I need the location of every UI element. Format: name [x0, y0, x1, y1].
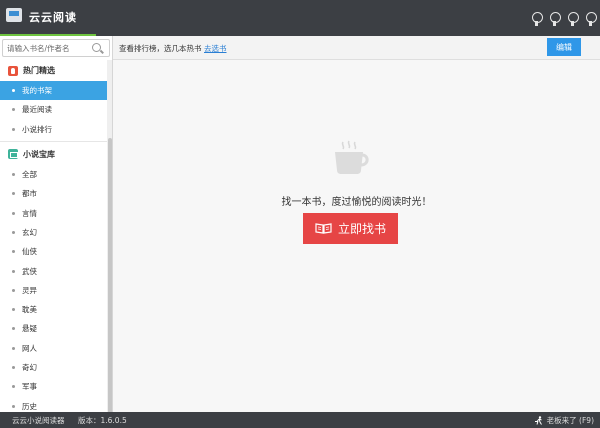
sidebar-item-label: 全部 — [22, 170, 37, 180]
sidebar-item-label: 网人 — [22, 343, 37, 353]
skin-icon[interactable] — [531, 12, 543, 26]
window-controls — [531, 12, 597, 26]
boss-key-button[interactable]: 老板来了 (F9) — [534, 415, 594, 426]
sidebar-item-urban[interactable]: 都市 — [0, 184, 107, 203]
bullet-icon — [12, 385, 15, 389]
sidebar-item-label: 言情 — [22, 208, 37, 218]
choose-books-link[interactable]: 去选书 — [204, 43, 227, 54]
sidebar-item-label: 玄幻 — [22, 227, 37, 237]
sidebar-item-label: 仙侠 — [22, 247, 37, 257]
boss-key-label: 老板来了 (F9) — [546, 416, 594, 425]
bullet-icon — [12, 288, 15, 292]
sidebar-item-label: 灵异 — [22, 285, 37, 295]
bullet-icon — [12, 89, 15, 93]
open-book-icon — [315, 223, 332, 234]
flame-icon — [8, 65, 18, 76]
divider — [0, 140, 107, 142]
sidebar-item-danmei[interactable]: 耽美 — [0, 300, 107, 319]
status-app-name: 云云小说阅读器 — [12, 416, 65, 425]
scrollbar-thumb[interactable] — [108, 138, 112, 412]
bullet-icon — [12, 127, 15, 131]
bullet-icon — [12, 308, 15, 312]
search-box — [2, 39, 110, 57]
section-hot-picks: 热门精选 — [0, 60, 107, 81]
sidebar-item-wuxia[interactable]: 武侠 — [0, 261, 107, 280]
sidebar-item-label: 耽美 — [22, 305, 37, 315]
empty-message: 找一本书，度过愉悦的阅读时光！ — [281, 197, 432, 208]
bullet-icon — [12, 211, 15, 215]
sidebar-item-online[interactable]: 网人 — [0, 339, 107, 358]
bullet-icon — [12, 108, 15, 112]
sidebar-item-label: 我的书架 — [22, 86, 52, 96]
bullet-icon — [12, 327, 15, 331]
bullet-icon — [12, 404, 15, 408]
sidebar-item-all[interactable]: 全部 — [0, 165, 107, 184]
section-library: 小说宝库 — [0, 144, 107, 165]
bullet-icon — [12, 230, 15, 234]
menu-icon[interactable] — [549, 12, 561, 26]
sidebar-item-label: 军事 — [22, 382, 37, 392]
bullet-icon — [12, 250, 15, 254]
content-header: 查看排行榜，选几本热书 去选书 编辑 — [113, 36, 600, 60]
sidebar-item-fantasy[interactable]: 玄幻 — [0, 223, 107, 242]
bullet-icon — [12, 366, 15, 369]
sidebar-item-xianxia[interactable]: 仙侠 — [0, 242, 107, 261]
title-bar: 云云阅读 — [0, 0, 600, 36]
bullet-icon — [12, 269, 15, 273]
sidebar-item-magic[interactable]: 奇幻 — [0, 358, 107, 377]
section-hot-label: 热门精选 — [23, 66, 55, 75]
sidebar-item-military[interactable]: 军事 — [0, 377, 107, 396]
sidebar-item-recent[interactable]: 最近阅读 — [0, 100, 107, 119]
coffee-cup-icon — [335, 140, 369, 174]
bullet-icon — [12, 192, 15, 196]
bullet-icon — [12, 173, 15, 177]
bookshelf-area: 找一本书，度过愉悦的阅读时光！ 立即找书 — [113, 60, 600, 412]
sidebar-item-ranking[interactable]: 小说排行 — [0, 120, 107, 139]
minimize-icon[interactable] — [567, 12, 579, 26]
library-icon — [8, 149, 18, 160]
status-bar: 云云小说阅读器 版本：1.6.0.5 老板来了 (F9) — [0, 412, 600, 428]
find-books-label: 立即找书 — [337, 222, 386, 236]
sidebar: 热门精选 我的书架 最近阅读 小说排行 小说宝库 全部 都市 言情 玄幻 仙侠 … — [0, 36, 113, 412]
sidebar-item-label: 武侠 — [22, 266, 37, 276]
runner-icon — [534, 416, 542, 425]
sidebar-item-label: 都市 — [22, 189, 37, 199]
sidebar-item-label: 小说排行 — [22, 124, 52, 134]
sidebar-item-label: 历史 — [22, 401, 37, 411]
sidebar-item-supernatural[interactable]: 灵异 — [0, 281, 107, 300]
search-icon[interactable] — [92, 43, 101, 52]
edit-button[interactable]: 编辑 — [547, 38, 581, 56]
section-library-label: 小说宝库 — [23, 149, 55, 159]
status-version: 版本：1.6.0.5 — [78, 416, 127, 425]
find-books-button[interactable]: 立即找书 — [303, 213, 398, 244]
sidebar-item-label: 奇幻 — [22, 363, 37, 372]
search-input[interactable] — [7, 42, 87, 55]
sidebar-item-romance[interactable]: 言情 — [0, 203, 107, 222]
sidebar-nav: 热门精选 我的书架 最近阅读 小说排行 小说宝库 全部 都市 言情 玄幻 仙侠 … — [0, 60, 107, 412]
sidebar-item-history[interactable]: 历史 — [0, 396, 107, 412]
app-title: 云云阅读 — [29, 11, 77, 24]
sidebar-item-mystery[interactable]: 悬疑 — [0, 319, 107, 338]
sidebar-item-bookshelf[interactable]: 我的书架 — [0, 81, 107, 101]
ranking-hint: 查看排行榜，选几本热书 — [119, 44, 202, 53]
close-icon[interactable] — [585, 12, 597, 26]
app-logo-icon — [6, 8, 22, 22]
sidebar-item-label: 最近阅读 — [22, 105, 52, 115]
sidebar-item-label: 悬疑 — [22, 324, 37, 334]
bullet-icon — [12, 346, 15, 350]
